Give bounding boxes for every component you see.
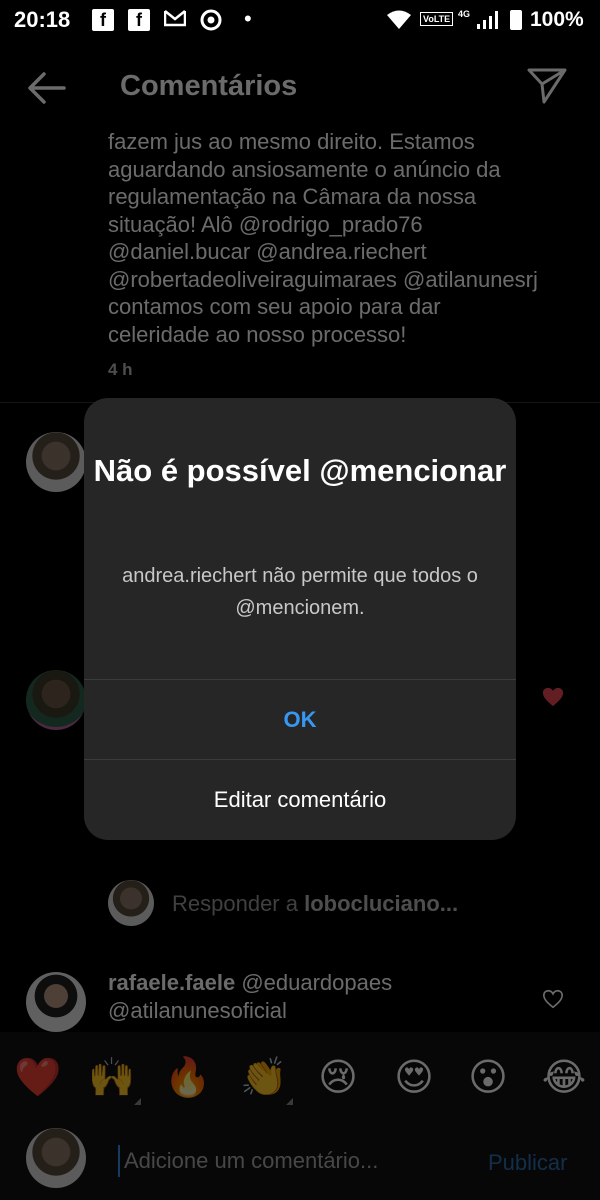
dialog-title: Não é possível @mencionar — [93, 453, 507, 488]
edit-comment-button[interactable]: Editar comentário — [84, 760, 516, 840]
mention-error-dialog: Não é possível @mencionar andrea.riecher… — [84, 398, 516, 840]
ok-button[interactable]: OK — [84, 680, 516, 760]
dialog-message: andrea.riechert não permite que todos o … — [122, 565, 478, 619]
